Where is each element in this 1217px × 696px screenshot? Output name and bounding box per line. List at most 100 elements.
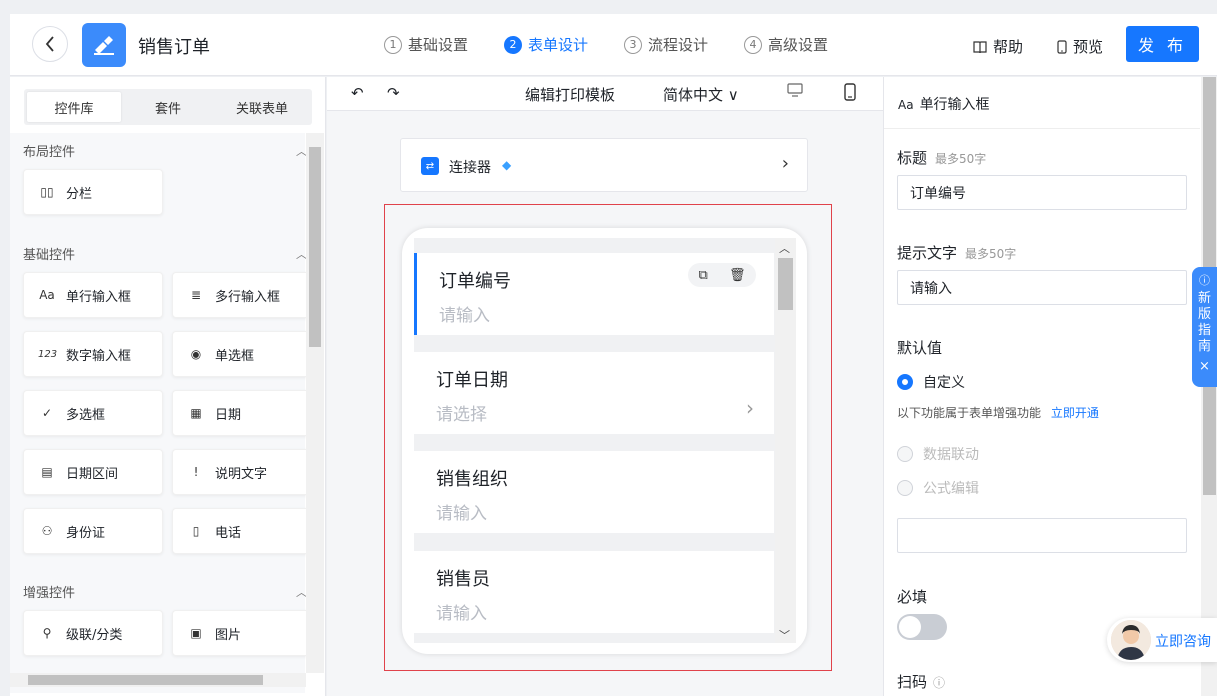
ctrl-description[interactable]: ! 说明文字 — [172, 449, 312, 495]
help-button[interactable]: 帮助 — [973, 36, 1023, 57]
default-value-label: 默认值 — [897, 339, 943, 357]
publish-button[interactable]: 发 布 — [1126, 26, 1199, 62]
section-title-layout: 布局控件 — [23, 145, 76, 160]
title-input[interactable]: 订单编号 — [897, 175, 1187, 210]
library-tabs: 控件库 套件 关联表单 — [24, 89, 312, 125]
form-field-list: 订单编号 请输入 ⧉ 🗑 订单日期 请选择 › 销售组织 请输入 销售员 请输入… — [414, 238, 796, 643]
edit-print-template-button[interactable]: 编辑打印模板 — [525, 84, 615, 105]
info-circle-icon: ! — [193, 465, 199, 479]
required-label: 必填 — [897, 588, 928, 606]
close-icon[interactable]: × — [1192, 359, 1217, 375]
design-canvas: ↶ ↷ 编辑打印模板 简体中文 ∨ ⇄ 连接器 ◆ › 订单编号 请输入 ⧉ 🗑 — [327, 77, 883, 696]
ctrl-phone[interactable]: ▯ 电话 — [172, 508, 312, 554]
phone-mockup: 订单编号 请输入 ⧉ 🗑 订单日期 请选择 › 销售组织 请输入 销售员 请输入… — [402, 228, 807, 654]
step-flow-design[interactable]: 3 流程设计 — [624, 34, 708, 55]
chevron-up-icon[interactable]: ︿ — [779, 240, 790, 256]
columns-icon: ▯▯ — [40, 185, 54, 199]
tab-related-form[interactable]: 关联表单 — [215, 92, 309, 122]
tab-component-library[interactable]: 控件库 — [27, 92, 121, 122]
check-circle-icon: ✓ — [41, 406, 53, 420]
ctrl-date[interactable]: ▦ 日期 — [172, 390, 312, 436]
info-icon: ⓘ — [1199, 274, 1210, 287]
avatar — [1111, 620, 1151, 660]
calendar-range-icon: ▤ — [41, 465, 53, 479]
calendar-icon: ▦ — [190, 406, 202, 420]
chevron-right-icon: › — [781, 153, 789, 174]
enhance-note: 以下功能属于表单增强功能 立即开通 — [897, 406, 1099, 420]
mobile-view-icon[interactable] — [844, 83, 856, 105]
section-title-basic: 基础控件 — [23, 248, 76, 263]
desktop-view-icon[interactable] — [787, 83, 803, 101]
ctrl-date-range[interactable]: ▤ 日期区间 — [23, 449, 163, 495]
phone-scrollbar[interactable]: ︿ ﹀ — [775, 238, 796, 643]
chevron-down-icon: ∨ — [723, 86, 739, 104]
form-field-order-no[interactable]: 订单编号 请输入 ⧉ 🗑 — [414, 253, 774, 335]
multiline-icon: ≣ — [190, 288, 202, 302]
connector-icon: ⇄ — [421, 157, 439, 175]
mobile-icon: ▯ — [192, 524, 200, 538]
step-advanced-settings[interactable]: 4 高级设置 — [744, 34, 828, 55]
step-basic-settings[interactable]: 1 基础设置 — [384, 34, 468, 55]
ctrl-checkbox[interactable]: ✓ 多选框 — [23, 390, 163, 436]
text-icon: Aa — [39, 288, 55, 302]
ctrl-cascade[interactable]: ⚲ 级联/分类 — [23, 610, 163, 656]
field-actions: ⧉ 🗑 — [688, 263, 756, 287]
chevron-right-icon: › — [746, 396, 754, 420]
diamond-icon: ◆ — [502, 158, 512, 172]
mobile-preview-frame: 订单编号 请输入 ⧉ 🗑 订单日期 请选择 › 销售组织 请输入 销售员 请输入… — [384, 204, 832, 671]
radio-formula[interactable]: 公式编辑 — [897, 478, 979, 498]
chevron-down-icon[interactable]: ﹀ — [779, 627, 790, 643]
properties-header: Aa 单行输入框 — [884, 77, 1200, 129]
scan-label: 扫码 ⓘ — [897, 673, 946, 691]
required-toggle[interactable] — [897, 614, 947, 640]
ctrl-single-input[interactable]: Aa 单行输入框 — [23, 272, 163, 318]
tab-suite[interactable]: 套件 — [121, 92, 215, 122]
text-icon: Aa — [898, 98, 914, 112]
id-card-icon: ⚇ — [41, 524, 53, 538]
app-title: 销售订单 — [138, 37, 210, 58]
ctrl-number-input[interactable]: 123 数字输入框 — [23, 331, 163, 377]
default-value-input[interactable] — [897, 518, 1187, 553]
language-select[interactable]: 简体中文 ∨ — [663, 84, 739, 105]
preview-button[interactable]: 预览 — [1057, 36, 1103, 57]
book-icon — [973, 40, 987, 53]
prompt-input[interactable]: 请输入 — [897, 270, 1187, 305]
new-guide-tab[interactable]: ⓘ 新版指南 × — [1192, 267, 1217, 387]
form-field-order-date[interactable]: 订单日期 请选择 › — [414, 352, 774, 434]
title-label: 标题 最多50字 — [897, 149, 987, 167]
phone-icon — [1057, 39, 1067, 54]
enhance-link[interactable]: 立即开通 — [1051, 406, 1099, 420]
connector-bar[interactable]: ⇄ 连接器 ◆ › — [400, 138, 808, 192]
user-icon: ⚲ — [42, 626, 52, 640]
form-field-salesperson[interactable]: 销售员 请输入 — [414, 551, 774, 633]
copy-icon[interactable]: ⧉ — [699, 268, 708, 283]
ctrl-radio[interactable]: ◉ 单选框 — [172, 331, 312, 377]
ctrl-image[interactable]: ▣ 图片 — [172, 610, 312, 656]
section-title-enhanced: 增强控件 — [23, 586, 76, 601]
canvas-toolbar: ↶ ↷ 编辑打印模板 简体中文 ∨ — [327, 77, 883, 111]
step-form-design[interactable]: 2 表单设计 — [504, 34, 588, 55]
ctrl-id-card[interactable]: ⚇ 身份证 — [23, 508, 163, 554]
component-library-panel: 控件库 套件 关联表单 布局控件 ︿ ▯▯ 分栏 基础控件 ︿ Aa 单行输入框 ≣… — [10, 77, 326, 696]
left-horizontal-scrollbar[interactable] — [10, 673, 306, 687]
ctrl-multi-input[interactable]: ≣ 多行输入框 — [172, 272, 312, 318]
ctrl-columns[interactable]: ▯▯ 分栏 — [23, 169, 163, 215]
trash-icon[interactable]: 🗑 — [729, 268, 746, 283]
undo-icon[interactable]: ↶ — [351, 84, 364, 102]
redo-icon[interactable]: ↷ — [387, 84, 400, 102]
number-icon: 123 — [38, 348, 58, 360]
top-header: 销售订单 1 基础设置 2 表单设计 3 流程设计 4 高级设置 帮助 预览 发 布 — [10, 14, 1217, 76]
left-vertical-scrollbar[interactable] — [306, 133, 324, 673]
step-nav: 1 基础设置 2 表单设计 3 流程设计 4 高级设置 — [384, 34, 864, 55]
radio-icon: ◉ — [190, 347, 202, 361]
form-field-sales-org[interactable]: 销售组织 请输入 — [414, 451, 774, 533]
back-button[interactable] — [32, 26, 68, 62]
consult-button[interactable]: 立即咨询 — [1107, 618, 1217, 662]
chevron-left-icon — [45, 36, 54, 52]
radio-custom[interactable]: 自定义 — [897, 372, 965, 392]
prompt-label: 提示文字 最多50字 — [897, 244, 1017, 262]
image-icon: ▣ — [190, 626, 202, 640]
form-app-icon — [94, 36, 114, 55]
radio-data-linkage[interactable]: 数据联动 — [897, 444, 979, 464]
properties-panel: Aa 单行输入框 标题 最多50字 订单编号 提示文字 最多50字 请输入 默认值 自… — [883, 77, 1217, 696]
